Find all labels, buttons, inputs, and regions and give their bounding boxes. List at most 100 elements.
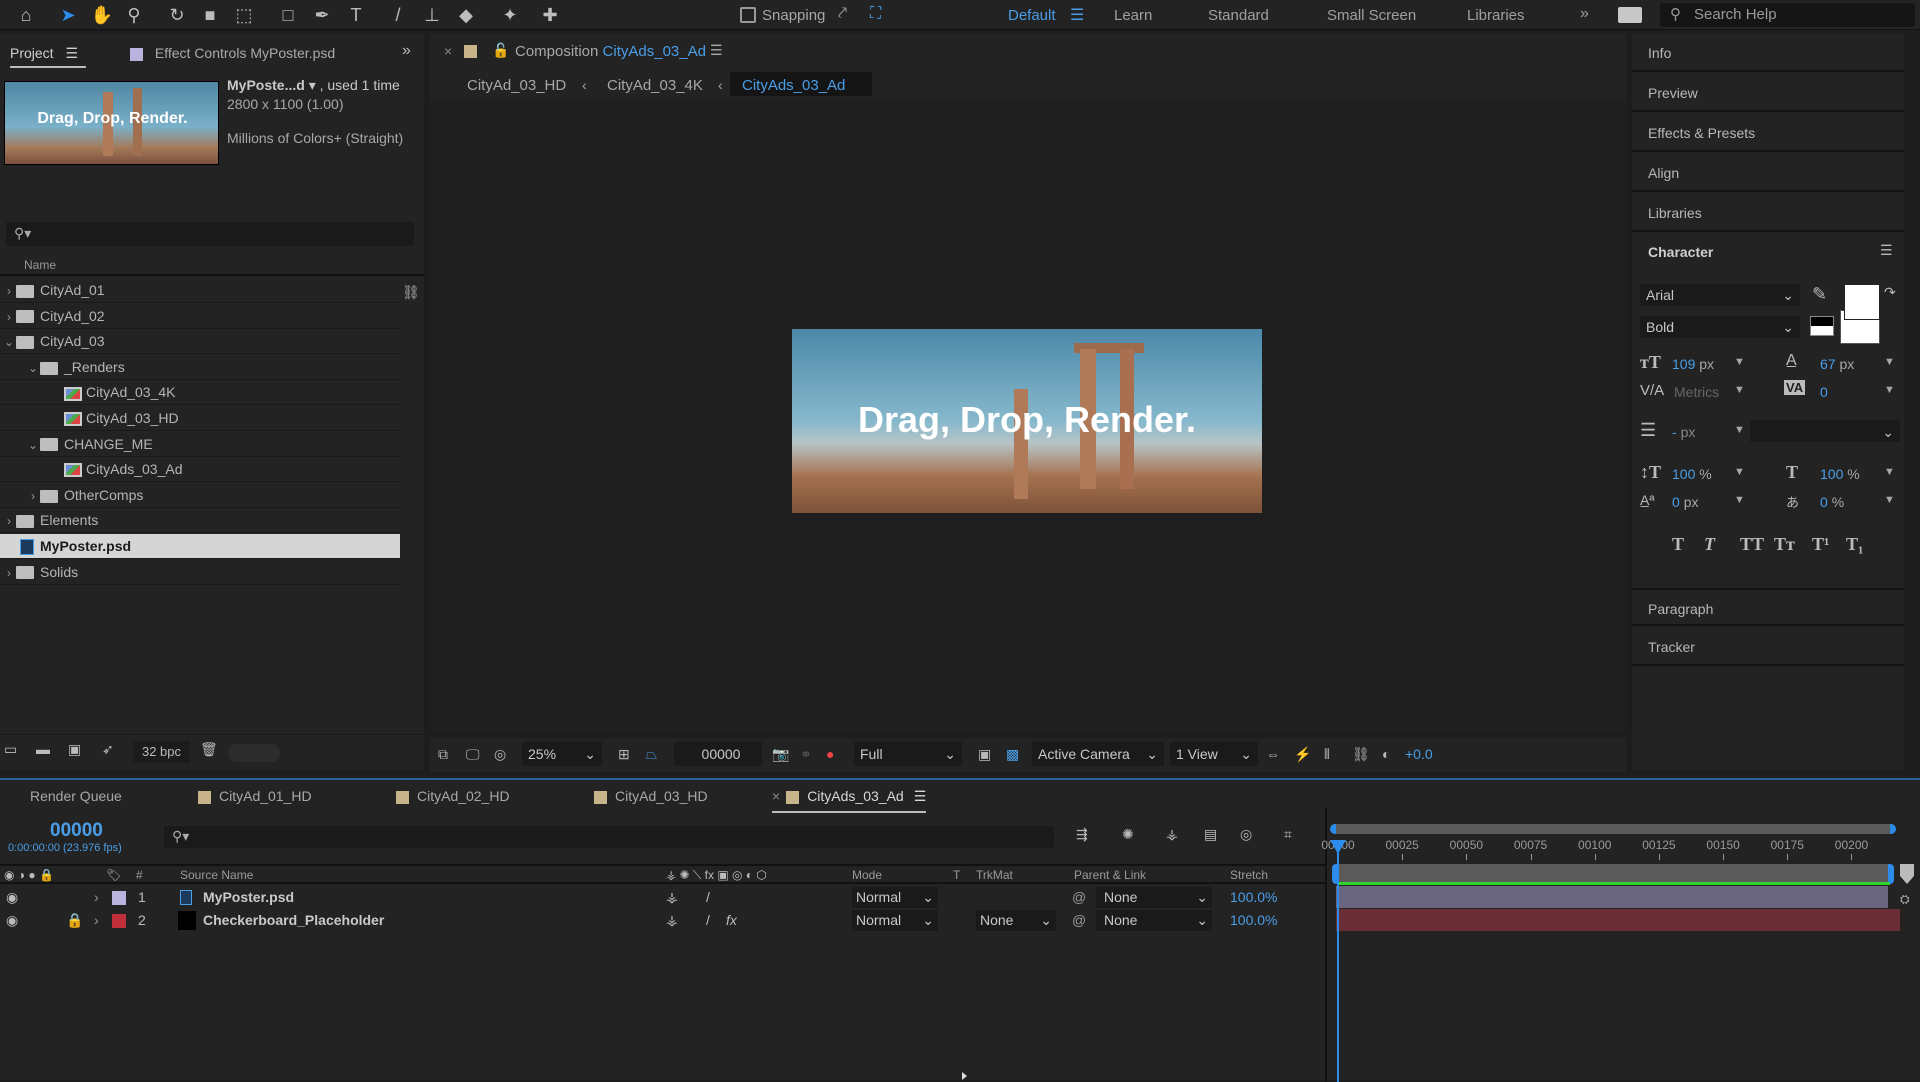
snapping-checkbox[interactable] [740, 7, 756, 23]
project-search-input[interactable]: ⚲▾ [6, 222, 414, 246]
dropdown-arrow-icon[interactable]: ▼ [1734, 384, 1745, 396]
stroke-width-field[interactable]: - px [1672, 424, 1695, 440]
safe-margins-icon[interactable]: ⊞ [618, 746, 630, 763]
pick-whip-icon[interactable]: @ [1072, 886, 1086, 909]
camera-dropdown[interactable]: Active Camera ⌄ [1032, 742, 1164, 766]
reset-exposure-icon[interactable]: ◐ [1382, 746, 1390, 762]
close-tab-icon[interactable]: × [772, 788, 780, 804]
black-white-swatch[interactable] [1810, 316, 1834, 336]
collapse-transform-icon[interactable]: ⚶ [666, 909, 678, 932]
comp-marker-bin-icon[interactable] [1900, 864, 1914, 884]
panel-effects-presets[interactable]: Effects & Presets [1632, 114, 1904, 152]
roto-brush-tool-icon[interactable]: ✦ [498, 3, 522, 27]
project-item[interactable]: › Elements [0, 508, 400, 534]
tab-render-queue[interactable]: Render Queue [30, 788, 122, 804]
composition-mini-flowchart-icon[interactable]: ⇶ [1076, 826, 1088, 843]
fill-color-swatch[interactable] [1844, 284, 1880, 320]
chevron-right-icon[interactable]: › [2, 279, 16, 304]
monitor-icon[interactable]: 🖵 [466, 746, 480, 763]
chevron-down-icon[interactable]: ⌄ [26, 433, 40, 458]
zoom-tool-icon[interactable]: ⚲ [122, 3, 146, 27]
chevron-down-icon[interactable]: ⌄ [26, 356, 40, 381]
tab-cityad-02-hd[interactable]: CityAd_02_HD [396, 788, 510, 804]
hand-tool-icon[interactable]: ✋ [90, 3, 114, 27]
layer-duration-bar[interactable] [1336, 909, 1900, 931]
panel-tracker[interactable]: Tracker [1632, 628, 1904, 666]
parent-dropdown[interactable]: None ⌄ [1096, 910, 1212, 931]
layer-duration-bar[interactable] [1336, 886, 1888, 908]
font-style-dropdown[interactable]: Bold ⌄ [1640, 316, 1800, 338]
selection-tool-icon[interactable]: ➤ [56, 3, 80, 27]
project-item[interactable]: › CityAd_01 [0, 278, 400, 303]
show-snapshot-icon[interactable]: ⚭ [800, 746, 812, 763]
column-mode[interactable]: Mode [852, 868, 882, 882]
column-source-name[interactable]: Source Name [180, 868, 253, 882]
dropdown-arrow-icon[interactable]: ▼ [1734, 466, 1745, 478]
timeline-icon[interactable]: ⫴ [1324, 746, 1330, 763]
faux-bold-button[interactable]: T [1672, 534, 1684, 555]
exposure-value[interactable]: +0.0 [1405, 746, 1433, 762]
project-item[interactable]: › Solids [0, 560, 400, 585]
zoom-dropdown[interactable]: 25% ⌄ [522, 742, 602, 766]
more-workspaces-icon[interactable]: » [1580, 5, 1589, 23]
comp-tab[interactable]: Composition CityAds_03_Ad [515, 43, 706, 60]
project-item[interactable]: ⌄ _Renders [0, 355, 400, 380]
eye-icon[interactable]: ◉ [6, 909, 18, 932]
vertical-scale-field[interactable]: 100 % [1672, 466, 1712, 482]
superscript-button[interactable]: T¹ [1812, 534, 1829, 555]
chevron-right-icon[interactable]: › [94, 909, 99, 932]
vr-goggles-icon[interactable]: ◎ [494, 746, 506, 763]
breadcrumb-0[interactable]: CityAd_03_HD [467, 77, 566, 94]
search-help-input[interactable]: ⚲ Search Help [1660, 3, 1915, 27]
workspace-standard[interactable]: Standard [1208, 7, 1269, 24]
interpret-footage-icon[interactable]: ▭ [4, 741, 17, 758]
project-item[interactable]: ⌄ CityAd_03 [0, 329, 400, 355]
views-dropdown[interactable]: 1 View ⌄ [1170, 742, 1258, 766]
label-color-swatch[interactable] [112, 914, 126, 928]
tab-cityad-01-hd[interactable]: CityAd_01_HD [198, 788, 312, 804]
tracking-value[interactable]: 0 [1820, 384, 1828, 400]
dropdown-arrow-icon[interactable]: ▼ [1734, 424, 1745, 436]
quality-icon[interactable]: / [706, 886, 710, 909]
motion-blur-icon[interactable]: ◎ [1240, 826, 1252, 843]
column-trkmat[interactable]: TrkMat [976, 868, 1013, 882]
pen-tool-icon[interactable]: ✒ [310, 3, 334, 27]
new-composition-icon[interactable]: ▣ [68, 741, 81, 758]
chevron-right-icon[interactable]: › [26, 484, 40, 509]
dropdown-arrow-icon[interactable]: ▼ [1734, 494, 1745, 506]
all-caps-button[interactable]: TT [1740, 534, 1764, 555]
horizontal-scale-field[interactable]: 100 % [1820, 466, 1860, 482]
lock-icon[interactable]: 🔒 [66, 909, 83, 932]
new-folder-icon[interactable]: ▬ [36, 741, 50, 757]
timeline-timecode[interactable]: 00000 [50, 820, 103, 842]
workspace-libraries[interactable]: Libraries [1467, 7, 1525, 24]
brush-tool-icon[interactable]: / [386, 3, 410, 27]
eraser-tool-icon[interactable]: ◆ [454, 3, 478, 27]
quality-icon[interactable]: / [706, 909, 710, 932]
draft-3d-icon[interactable]: ✺ [1122, 826, 1134, 843]
tab-project[interactable]: Project ☰ [10, 38, 87, 68]
dropdown-arrow-icon[interactable]: ▼ [1884, 494, 1895, 506]
pick-whip-icon[interactable]: @ [1072, 909, 1086, 932]
composition-viewer[interactable]: Drag, Drop, Render. [430, 100, 1626, 733]
project-item[interactable]: ⌄ CHANGE_ME [0, 432, 400, 457]
workspace-menu-icon[interactable]: ☰ [1070, 5, 1084, 25]
lock-icon[interactable]: 🔓 [492, 42, 509, 59]
always-preview-icon[interactable]: ⧉ [438, 746, 448, 763]
home-icon[interactable]: ⌂ [14, 3, 38, 27]
bit-depth-button[interactable]: 32 bpc [133, 741, 190, 763]
project-item[interactable]: CityAd_03_HD [0, 406, 400, 431]
project-item[interactable]: CityAd_03_4K [0, 380, 400, 406]
pan-behind-tool-icon[interactable]: ⬚ [232, 3, 256, 27]
panel-menu-icon[interactable]: ☰ [65, 45, 78, 61]
layer-name[interactable]: MyPoster.psd [203, 886, 294, 909]
clone-stamp-tool-icon[interactable]: ⊥ [420, 3, 444, 27]
breadcrumb-2[interactable]: CityAds_03_Ad [730, 72, 872, 96]
column-parent-link[interactable]: Parent & Link [1074, 868, 1146, 882]
toggle-pixel-aspect-icon[interactable]: ⇔ [1266, 746, 1280, 762]
chevron-right-icon[interactable]: › [94, 886, 99, 909]
panel-preview[interactable]: Preview [1632, 74, 1904, 112]
panel-overflow-icon[interactable]: » [402, 42, 411, 60]
snapshot-icon[interactable]: 📷 [772, 746, 789, 763]
panel-menu-icon[interactable]: ☰ [710, 42, 723, 59]
